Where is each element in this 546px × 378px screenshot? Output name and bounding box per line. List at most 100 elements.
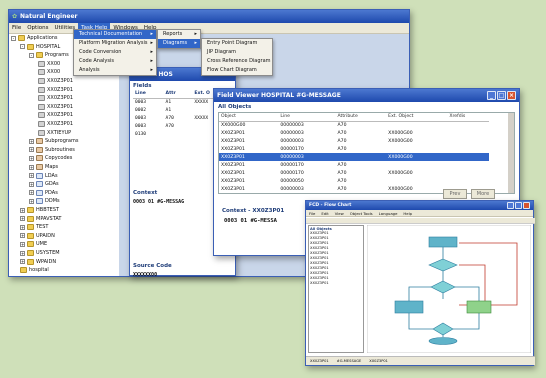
table-row[interactable]: XX0Z3P01 00000170 A70 XX000G00 [219,169,489,177]
tree-node[interactable]: XX0Z3P01 [38,86,73,94]
minimize-icon[interactable]: _ [487,91,496,100]
tree-node[interactable]: + GDAs [29,180,59,188]
expand-icon[interactable]: + [29,164,34,170]
scrollbar[interactable] [508,113,514,193]
tree-node[interactable]: + LDAs [29,172,58,180]
column-header[interactable]: Line [278,113,336,122]
menu-help[interactable]: Help [400,208,415,219]
maximize-icon[interactable] [515,202,522,209]
expand-icon[interactable]: + [29,181,34,187]
expand-icon[interactable]: + [20,224,25,230]
column-header[interactable]: Attribute [335,113,387,122]
table-row[interactable]: XX0Z3P01 00000003 XX000G00 [219,153,489,161]
menu-item-code-analysis[interactable]: Code Analysis ▸ [74,57,156,66]
expand-icon[interactable]: + [20,233,25,239]
menu-item-entry-point-diagram[interactable]: Entry Point Diagram [202,39,272,48]
expand-icon[interactable]: + [20,259,25,265]
tree-node[interactable]: XXTIEYUP [38,129,71,137]
table-cell [447,177,489,185]
tree-node[interactable]: + UPAIDN [20,232,55,240]
flow-process-right[interactable] [466,300,492,314]
flow-end-node[interactable] [428,337,458,345]
menu-item-cross-reference-diagram[interactable]: Cross Reference Diagram [202,57,272,66]
tree-node[interactable]: + USYSTEM [20,249,60,257]
table-cell: A1 [165,107,172,113]
expand-icon[interactable]: + [29,147,34,153]
expand-icon[interactable]: + [20,216,25,222]
tree-node[interactable]: - Applications [11,34,58,42]
tree-node[interactable]: XX0Z3P01 [38,120,73,128]
menu-item-code-conversion[interactable]: Code Conversion ▸ [74,48,156,57]
tree-node[interactable]: XX0Z3P01 [38,103,73,111]
table-cell: A70 [337,170,347,176]
prev-button[interactable]: Prev [443,189,467,199]
expand-icon[interactable]: + [20,207,25,213]
column-header[interactable]: Xrefdis [447,113,489,122]
column-header[interactable]: Attr [163,90,193,99]
expand-icon[interactable]: + [29,155,34,161]
flow-start-box[interactable] [428,236,458,248]
tree-node[interactable]: + DDMs [29,197,60,205]
menu-object-tools[interactable]: Object Tools [347,208,376,219]
doc-icon [38,129,45,136]
column-header[interactable]: Ext. Object [386,113,448,122]
collapse-icon[interactable]: - [20,44,25,50]
expand-icon[interactable]: + [20,250,25,256]
tree-node[interactable]: + Maps [29,163,58,171]
table-row[interactable]: XX0Z3P01 00000003 A70 XX000G00 [219,137,489,145]
list-item[interactable]: XX0Z3P01 [310,281,362,286]
column-header[interactable]: Object [219,113,279,122]
table-row[interactable]: XX0Z3P01 00000170 A70 [219,161,489,169]
tree-node[interactable]: - Programs [29,51,69,59]
expand-icon[interactable]: + [29,173,34,179]
menu-item-platform-migration-analysis[interactable]: Platform Migration Analysis ▸ [74,39,156,48]
tree-node[interactable]: + Subprograms [29,137,78,145]
menu-options[interactable]: Options [24,23,51,34]
collapse-icon[interactable]: - [29,52,34,58]
column-header[interactable]: Line [133,90,164,99]
menu-edit[interactable]: Edit [318,208,331,219]
tree-node[interactable]: + MPAVSTAT [20,215,61,223]
maximize-icon[interactable]: □ [497,91,506,100]
table-row[interactable]: XX0Z3P01 00000003 A70 XX000G00 [219,129,489,137]
tree-node[interactable]: + UME [20,240,47,248]
table-row[interactable]: XX000G00 00000003 A70 [219,121,489,129]
expand-icon[interactable]: + [29,138,34,144]
tree-node[interactable]: + WPAIDN [20,258,56,266]
more-button[interactable]: More [471,189,495,199]
menu-view[interactable]: View [332,208,347,219]
tree-node[interactable]: + Copycodes [29,154,72,162]
menu-file[interactable]: File [306,208,318,219]
table-row[interactable]: XX0Z3P01 00000050 A70 [219,177,489,185]
menu-file[interactable]: File [9,23,24,34]
flow-process-left[interactable] [394,300,424,314]
tree-node[interactable]: + TEST [20,223,48,231]
tree-node[interactable]: + HBBTEST [20,206,59,214]
close-icon[interactable] [523,202,530,209]
tree-node[interactable]: + PDAs [29,189,58,197]
expand-icon[interactable]: + [29,198,34,204]
table-row[interactable]: XX0Z3P01 00000170 A70 [219,145,489,153]
tree-node[interactable]: XX0Z3P01 [38,77,73,85]
expand-icon[interactable]: + [29,190,34,196]
expand-icon[interactable]: + [20,241,25,247]
tree-node[interactable]: hospital [20,266,49,274]
menu-language[interactable]: Language [376,208,401,219]
menu-item-diagrams[interactable]: Diagrams ▸ [158,39,200,48]
collapse-icon[interactable]: - [11,35,16,41]
tree-node[interactable]: XX0Z3P01 [38,94,73,102]
menu-item-reports[interactable]: Reports ▸ [158,30,200,39]
tree-node[interactable]: XX00 [38,60,60,68]
minimize-icon[interactable] [507,202,514,209]
table-cell: A70 [337,186,347,192]
module-icon [36,138,43,145]
menu-item-jip-diagram[interactable]: JIP Diagram [202,48,272,57]
tree-node[interactable]: + Subroutines [29,146,75,154]
menu-item-analysis[interactable]: Analysis ▸ [74,66,156,75]
menu-item-technical-documentation[interactable]: Technical Documentation ▸ [74,30,156,39]
menu-item-flow-chart-diagram[interactable]: Flow Chart Diagram [202,66,272,75]
close-icon[interactable]: × [507,91,516,100]
tree-node[interactable]: XX00 [38,68,60,76]
tree-node[interactable]: - HOSPITAL [20,43,60,51]
tree-node[interactable]: XX0Z3P01 [38,111,73,119]
